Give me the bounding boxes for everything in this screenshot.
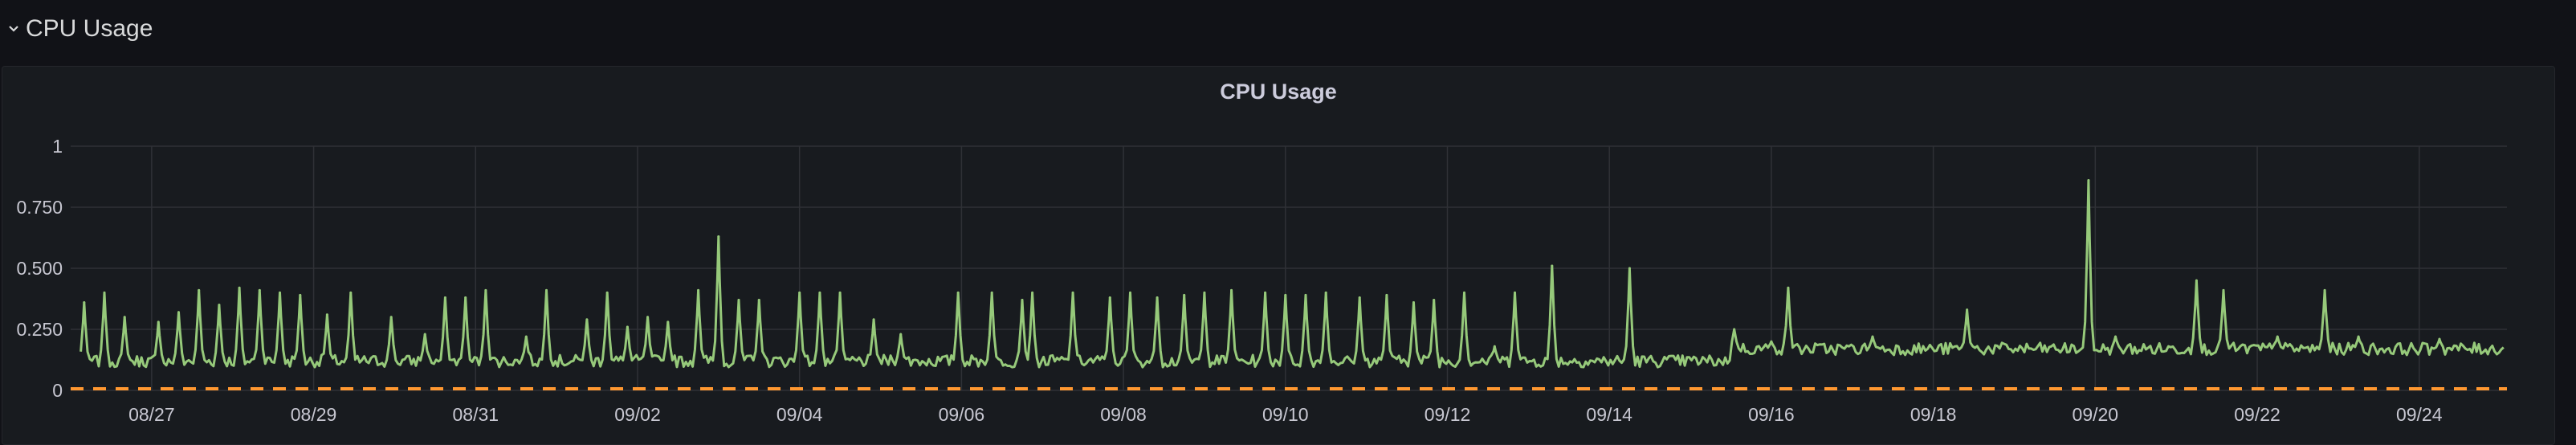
series-peak-point	[2438, 337, 2441, 341]
series-peak-point	[123, 316, 126, 319]
x-tick-label: 09/14	[1586, 404, 1632, 425]
series-peak-point	[1514, 291, 1517, 294]
series-peak-point	[83, 301, 86, 304]
series-peak-point	[798, 291, 801, 294]
series-peak-point	[1871, 335, 1874, 338]
series-peak-point	[103, 291, 106, 294]
series-peak-point	[2357, 335, 2360, 338]
series-peak-point	[258, 288, 261, 292]
series-peak-point	[325, 313, 328, 316]
series-peak-point	[818, 291, 821, 294]
x-tick-label: 09/04	[776, 404, 823, 425]
series-peak-point	[545, 288, 548, 292]
series-peak-point	[218, 304, 221, 307]
series-peak-point	[1156, 296, 1159, 299]
series-peak-point	[626, 325, 629, 329]
series-peak-point	[238, 286, 241, 289]
series-peak-point	[2276, 335, 2279, 338]
series-peak-point	[666, 320, 670, 324]
series-peak-point	[899, 333, 903, 336]
x-tick-label: 08/29	[291, 404, 337, 425]
series-peak-point	[1966, 308, 1969, 312]
x-tick-label: 09/02	[614, 404, 661, 425]
series-peak-point	[157, 320, 160, 324]
series-peak-point	[1551, 264, 1554, 267]
series-peak-point	[389, 316, 393, 319]
series-peak-point	[585, 318, 589, 321]
series-peak-point	[1230, 288, 1233, 292]
cpu-usage-chart: 0 0.250 0.500 0.750 1 08/27 08/29 08/31 09/02 09/…	[16, 136, 2507, 425]
series-peak-point	[1770, 340, 1773, 343]
series-peak-point	[1264, 291, 1267, 294]
series-peak-point	[484, 288, 487, 292]
x-tick-label: 08/27	[128, 404, 175, 425]
x-tick-label: 08/31	[452, 404, 499, 425]
series-peak-point	[697, 288, 700, 292]
series-peak-point	[177, 311, 180, 314]
series-peak-point	[2222, 288, 2225, 292]
series-peak-point	[956, 291, 960, 294]
x-tick-label: 09/06	[939, 404, 985, 425]
x-tick-label: 09/20	[2073, 404, 2119, 425]
x-tick-label: 09/18	[1910, 404, 1957, 425]
series-peak-point	[349, 291, 353, 294]
series-peak-point	[1787, 286, 1790, 289]
series-peak-point	[1304, 293, 1307, 296]
x-tick-label: 09/10	[1262, 404, 1309, 425]
series-peak-point	[2114, 335, 2117, 338]
series-peak-point	[1128, 291, 1131, 294]
series-peak-point	[1071, 291, 1074, 294]
series-peak-point	[423, 333, 426, 336]
y-tick-label: 0.750	[16, 197, 63, 218]
series-peak-point	[990, 291, 993, 294]
series-peak-point	[757, 299, 760, 302]
x-tick-label: 09/24	[2396, 404, 2443, 425]
series-peak-point	[1358, 296, 1361, 299]
x-tick-label: 09/16	[1748, 404, 1795, 425]
series-peak-point	[1385, 293, 1388, 296]
series-peak-point	[1021, 299, 1024, 302]
y-tick-label: 0.250	[16, 319, 63, 340]
series-peak-point	[838, 291, 842, 294]
y-tick-label: 0	[52, 380, 63, 401]
series-peak-point	[1183, 293, 1186, 296]
series-peak-point	[2323, 288, 2326, 292]
series-peak-point	[717, 235, 720, 238]
series-peak-point	[1031, 291, 1034, 294]
series-peak-point	[1412, 301, 1415, 304]
series-peak-point	[299, 293, 302, 296]
series-peak-point	[279, 291, 282, 294]
series-peak-point	[1463, 291, 1466, 294]
y-tick-label: 1	[52, 136, 63, 157]
series-peak-point	[1324, 291, 1327, 294]
series-peak-point	[605, 291, 609, 294]
series-peak-point	[1433, 299, 1436, 302]
y-tick-label: 0.500	[16, 258, 63, 279]
series-peak-point	[646, 316, 650, 319]
series-peak-point	[2087, 179, 2090, 182]
cpu-usage-series-line	[79, 179, 2505, 369]
x-tick-label: 09/12	[1425, 404, 1471, 425]
series-peak-point	[1628, 267, 1631, 270]
series-peak-point	[524, 335, 528, 338]
series-peak-point	[737, 299, 740, 302]
series-peak-point	[2195, 279, 2198, 282]
series-peak-point	[1108, 296, 1111, 299]
series-peak-point	[464, 296, 467, 299]
series-peak-point	[1284, 293, 1287, 296]
series-peak-point	[872, 318, 875, 321]
series-peak-point	[1493, 345, 1496, 348]
x-tick-label: 09/08	[1100, 404, 1147, 425]
x-tick-label: 09/22	[2234, 404, 2280, 425]
series-peak-point	[443, 296, 446, 299]
series-peak-point	[1203, 291, 1206, 294]
series-peak-point	[198, 288, 201, 292]
series-peak-point	[1733, 328, 1736, 331]
